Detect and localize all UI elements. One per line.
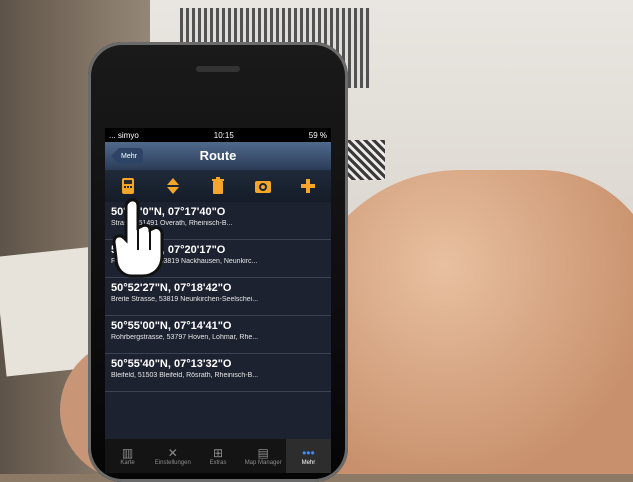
plus-icon[interactable] [297,175,319,197]
list-item[interactable]: 50°52'27"N, 07°18'42"O Breite Strasse, 5… [105,278,331,316]
coordinate-text: 50°55'40"N, 07°13'32"O [111,358,232,370]
list-item[interactable]: 50°55'00"N, 07°14'41"O Rohrbergstrasse, … [105,316,331,354]
trash-icon[interactable] [207,175,229,197]
hand [300,170,633,474]
tab-extras[interactable]: ⊞ Extras [195,439,240,473]
page-title: Route [199,148,237,163]
clock: 10:15 [213,130,234,140]
tools-icon: ✕ [167,446,178,460]
more-icon: ••• [302,446,315,460]
status-bar: ... simyo 10:15 59 % [105,128,331,142]
address-text: Breite Strasse, 53819 Neunkirchen-Seelsc… [111,296,259,303]
tab-label: Karte [120,460,135,466]
coordinate-text: 50°52'27"N, 07°18'42"O [111,282,232,294]
tab-label: Einstellungen [154,460,191,466]
tab-map-manager[interactable]: ▤ Map Manager [241,439,286,473]
tab-label: Extras [209,460,227,466]
sort-icon[interactable] [162,175,184,197]
phone-screen: ... simyo 10:15 59 % Mehr Route 50°57'0"… [105,128,331,473]
map-pin-icon[interactable] [252,175,274,197]
tab-label: Mehr [301,460,316,466]
maps-icon: ▤ [257,446,269,460]
tab-mehr[interactable]: ••• Mehr [285,439,331,473]
coordinate-text: 50°55'00"N, 07°14'41"O [111,320,232,332]
cart-icon: ⊞ [212,446,224,460]
hand-pointer-icon [112,198,164,278]
calculator-icon[interactable] [117,175,139,197]
address-text: Bleifeld, 51503 Bleifeld, Rösrath, Rhein… [111,372,259,379]
tab-karte[interactable]: ▥ Karte [105,439,150,473]
address-text: Rohrbergstrasse, 53797 Hoven, Lohmar, Rh… [111,334,259,341]
map-icon: ▥ [121,446,134,460]
tab-bar: ▥ Karte ✕ Einstellungen ⊞ Extras ▤ Map M… [105,439,331,473]
battery-label: 59 % [308,130,327,140]
list-item[interactable]: 50°55'40"N, 07°13'32"O Bleifeld, 51503 B… [105,354,331,392]
tab-label: Map Manager [244,460,282,466]
navigation-bar: Mehr Route [105,142,331,170]
phone-speaker [196,66,240,72]
tab-einstellungen[interactable]: ✕ Einstellungen [150,439,195,473]
carrier-label: ... simyo [109,130,139,140]
